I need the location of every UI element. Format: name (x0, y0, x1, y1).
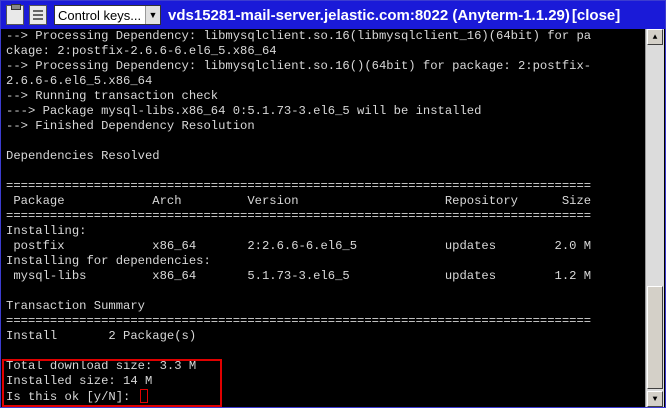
scrollbar-thumb[interactable] (647, 286, 663, 389)
terminal-line: Install 2 Package(s) (6, 329, 197, 343)
scrollbar[interactable]: ▲ ▼ (645, 29, 664, 407)
scroll-up-icon[interactable]: ▲ (647, 29, 663, 45)
terminal-line: Dependencies Resolved (6, 149, 160, 163)
scroll-down-icon[interactable]: ▼ (647, 391, 663, 407)
terminal-line: Total download size: 3.3 M (6, 359, 197, 373)
terminal-line: Installing for dependencies: (6, 254, 211, 268)
terminal-line: postfix x86_64 2:2.6.6-6.el6_5 updates 2… (6, 239, 592, 253)
terminal-line: --> Processing Dependency: libmysqlclien… (6, 59, 592, 73)
title-bar: Control keys... ▼ vds15281-mail-server.j… (1, 1, 665, 29)
copy-icon[interactable] (29, 5, 47, 25)
control-keys-value: Control keys... (58, 7, 142, 23)
terminal-line: ========================================… (6, 179, 592, 193)
paste-icon[interactable] (6, 4, 24, 25)
window-title: vds15281-mail-server.jelastic.com:8022 (… (168, 6, 570, 24)
close-link[interactable]: [close] (572, 7, 620, 24)
terminal-line: ========================================… (6, 209, 592, 223)
terminal-screen[interactable]: --> Processing Dependency: libmysqlclien… (2, 29, 642, 407)
prompt-line: Is this ok [y/N]: (2, 389, 642, 404)
terminal-line: ---> Package mysql-libs.x86_64 0:5.1.73-… (6, 104, 482, 118)
terminal-line: --> Processing Dependency: libmysqlclien… (6, 29, 592, 43)
terminal-line: ckage: 2:postfix-2.6.6-6.el6_5.x86_64 (6, 44, 277, 58)
terminal-line: mysql-libs x86_64 5.1.73-3.el6_5 updates… (6, 269, 592, 283)
terminal-line: 2.6.6-6.el6_5.x86_64 (6, 74, 153, 88)
chevron-down-icon[interactable]: ▼ (145, 6, 160, 24)
text-cursor[interactable] (139, 389, 148, 403)
terminal-line: Package Arch Version Repository Size (6, 194, 592, 208)
terminal-line: Transaction Summary (6, 299, 145, 313)
terminal-line: ========================================… (6, 314, 592, 328)
terminal-line: --> Finished Dependency Resolution (6, 119, 255, 133)
control-keys-select[interactable]: Control keys... ▼ (54, 5, 161, 25)
terminal-line: Installing: (6, 224, 87, 238)
terminal-line: Installed size: 14 M (6, 374, 153, 388)
terminal-window: Control keys... ▼ vds15281-mail-server.j… (0, 0, 666, 408)
terminal-line: --> Running transaction check (6, 89, 219, 103)
prompt-text: Is this ok [y/N]: (6, 390, 138, 404)
